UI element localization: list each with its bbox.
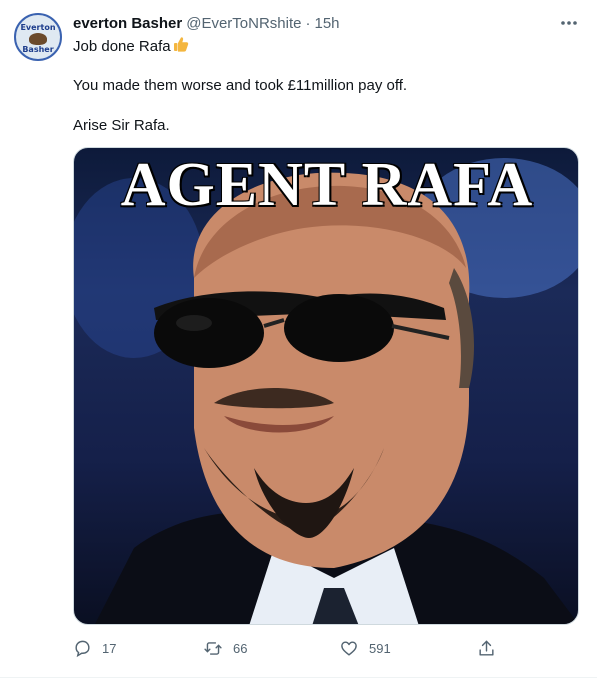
tweet-actions: 17 66 591 [73,633,503,663]
tweet-card[interactable]: Everton Basher everton Basher @EverToNRs… [0,0,597,678]
header-separator: · [305,14,311,32]
like-button[interactable]: 591 [339,633,391,663]
avatar-text-bottom: Basher [22,45,54,54]
tweet-media-image[interactable]: AGENT RAFA [73,147,579,625]
author-handle[interactable]: @EverToNRshite [186,15,301,32]
retweet-count: 66 [233,640,248,656]
tweet-text-line-3: Arise Sir Rafa. [73,117,170,134]
media-caption: AGENT RAFA [120,151,534,219]
more-options-button[interactable] [556,13,582,33]
retweet-button[interactable]: 66 [203,633,247,663]
tweet-header: everton Basher @EverToNRshite · 15h [73,13,340,33]
like-count: 591 [369,640,391,656]
tweet-text-1: Job done Rafa [73,38,171,55]
tweet-text-line-1: Job done Rafa [73,36,189,57]
avatar-poop-graphic [29,33,47,45]
author-avatar[interactable]: Everton Basher [14,13,62,61]
heart-icon [341,640,357,656]
author-name[interactable]: everton Basher [73,15,182,32]
retweet-icon [204,641,222,655]
share-icon [479,640,494,656]
more-horizontal-icon [561,21,577,25]
avatar-text-top: Everton [20,23,56,32]
share-button[interactable] [477,633,496,663]
reply-icon [75,640,90,657]
reply-button[interactable]: 17 [73,633,116,663]
reply-count: 17 [102,640,117,656]
tweet-text-line-2: You made them worse and took £11million … [73,77,408,94]
thumbs-up-emoji [173,36,189,57]
tweet-timestamp[interactable]: 15h [314,15,339,32]
